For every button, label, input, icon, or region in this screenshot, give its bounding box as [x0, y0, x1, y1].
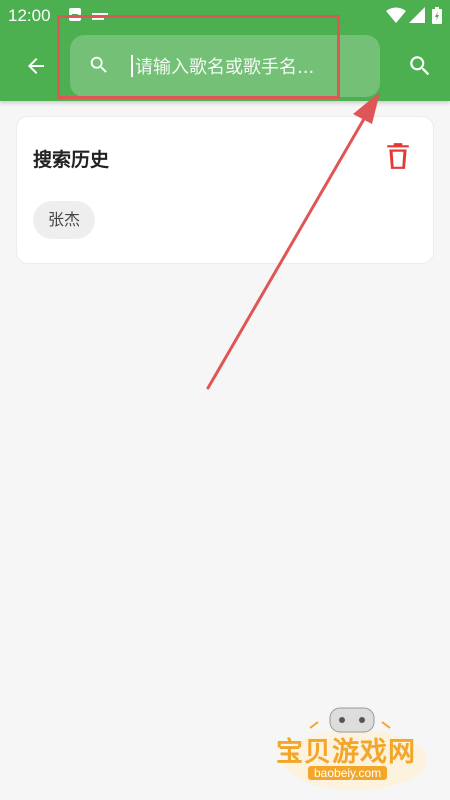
signal-icon: [409, 7, 425, 28]
app-bar: 12:00: [0, 0, 450, 101]
history-item[interactable]: 张杰: [33, 201, 96, 239]
watermark-text: 宝贝游戏网: [276, 737, 416, 768]
search-history-title: 搜索历史: [33, 149, 110, 171]
search-button[interactable]: [402, 48, 438, 84]
search-icon: [410, 56, 430, 76]
notification-icon: [68, 7, 82, 27]
watermark-logo: 宝贝游戏网 baobeiy.com: [270, 700, 440, 795]
trash-icon: [387, 143, 409, 169]
watermark-domain: baobeiy.com: [308, 766, 388, 780]
search-icon: [88, 54, 110, 80]
back-button[interactable]: [18, 48, 54, 84]
search-history-card: 搜索历史 张杰: [16, 116, 434, 264]
wifi-icon: [386, 7, 406, 28]
clear-history-button[interactable]: [385, 142, 411, 170]
search-box[interactable]: [70, 35, 380, 97]
search-input[interactable]: [133, 49, 367, 85]
status-time: 12:00: [8, 6, 51, 25]
arrow-back-icon: [28, 58, 44, 74]
sim-icon: [92, 7, 108, 27]
status-bar: 12:00: [0, 0, 450, 32]
battery-icon: [432, 7, 442, 29]
